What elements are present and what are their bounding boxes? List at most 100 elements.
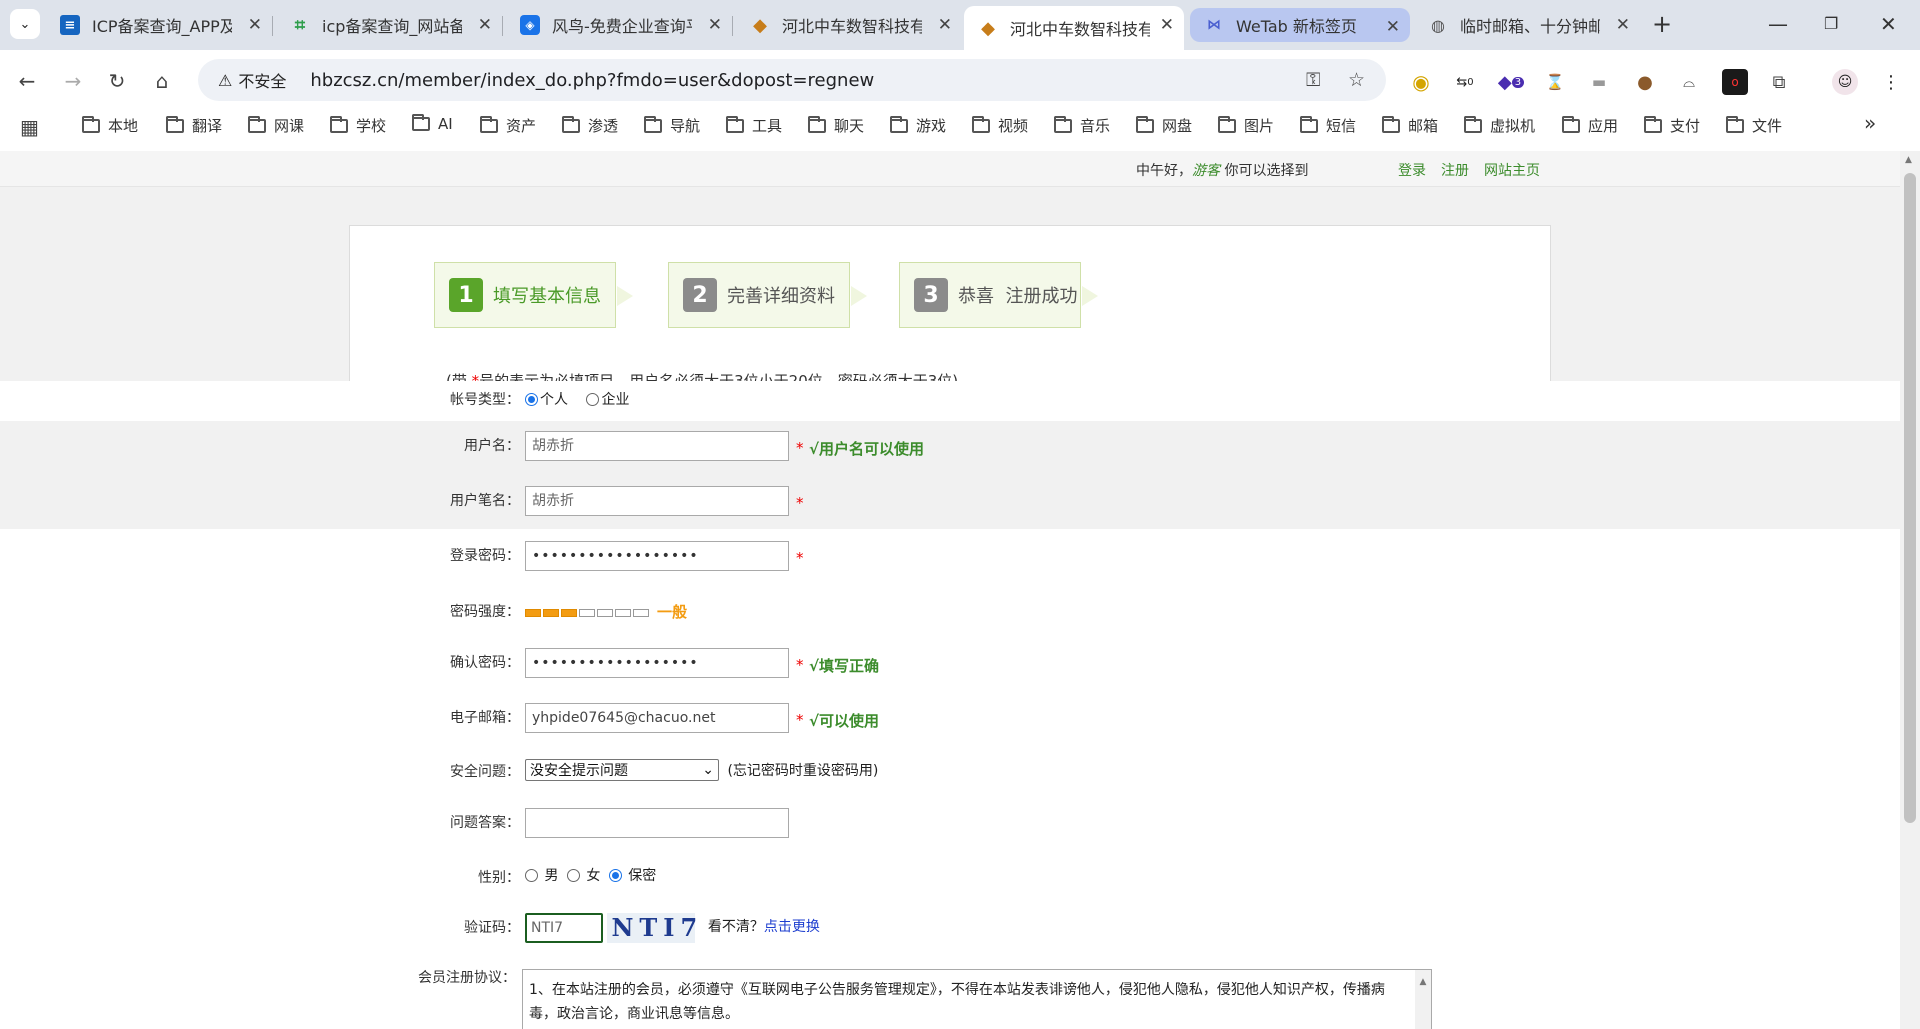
bookmark-folder[interactable]: 虚拟机 <box>1464 115 1535 136</box>
register-link[interactable]: 注册 <box>1441 160 1469 180</box>
bookmark-label: 应用 <box>1588 117 1619 135</box>
ext-hat-icon[interactable]: ⌓ <box>1676 69 1702 95</box>
close-icon[interactable]: ✕ <box>938 15 952 35</box>
agreement-scrollbar[interactable]: ▲ <box>1415 970 1431 1029</box>
tab-title: 河北中车数智科技有限公司 <box>1010 20 1150 39</box>
radio-female[interactable] <box>566 869 580 882</box>
insecure-badge[interactable]: ⚠ 不安全 <box>208 64 296 96</box>
ext-cookie-icon[interactable]: ● <box>1632 69 1658 95</box>
bookmark-folder[interactable]: 渗透 <box>562 115 618 136</box>
bookmark-label: 网盘 <box>1162 117 1193 135</box>
ext-cap-icon[interactable]: ◆ 3 <box>1498 69 1525 95</box>
nickname-input[interactable]: 胡赤折 <box>525 486 789 516</box>
close-icon[interactable]: ✕ <box>1386 17 1400 37</box>
home-icon[interactable]: ⌂ <box>147 66 177 96</box>
restore-icon[interactable]: ❐ <box>1824 14 1838 33</box>
bookmark-folder[interactable]: AI <box>412 114 453 133</box>
ext-yellow-circle-icon[interactable]: ◉ <box>1408 69 1434 95</box>
bookmarks-overflow-icon[interactable]: » <box>1864 111 1876 135</box>
radio-male[interactable] <box>525 869 538 882</box>
bookmark-folder[interactable]: 导航 <box>644 115 700 136</box>
tab-search-button[interactable]: ⌄ <box>10 9 40 39</box>
bookmark-folder[interactable]: 翻译 <box>166 115 222 136</box>
field-label: 登录密码： <box>450 548 520 564</box>
radio-personal[interactable] <box>525 393 538 406</box>
strength-meter: 一般 <box>525 601 687 622</box>
star-icon[interactable]: ☆ <box>1348 69 1365 91</box>
ext-dark-icon[interactable]: o <box>1722 69 1748 95</box>
bookmark-folder[interactable]: 应用 <box>1562 115 1618 136</box>
ext-hourglass-icon[interactable]: ⌛ <box>1542 69 1568 95</box>
url-text[interactable]: hbzcsz.cn/member/index_do.php?fmdo=user&… <box>310 70 874 91</box>
key-icon[interactable]: ⚿ <box>1306 69 1320 91</box>
field-label: 帐号类型： <box>450 392 520 408</box>
bookmark-folder[interactable]: 学校 <box>330 115 386 136</box>
bookmark-folder[interactable]: 工具 <box>726 115 782 136</box>
more-menu-icon[interactable]: ⋮ <box>1878 69 1904 95</box>
bookmark-folder[interactable]: 游戏 <box>890 115 946 136</box>
profile-avatar-icon[interactable]: ☺ <box>1832 69 1858 95</box>
apps-grid-icon[interactable]: ▦ <box>20 115 39 139</box>
bookmark-folder[interactable]: 短信 <box>1300 115 1356 136</box>
email-input[interactable]: yhpide07645@chacuo.net <box>525 703 789 733</box>
required-star: * <box>796 656 804 674</box>
username-input[interactable]: 胡赤折 <box>525 431 789 461</box>
folder-icon <box>890 115 908 133</box>
address-bar[interactable]: ⚠ 不安全 hbzcsz.cn/member/index_do.php?fmdo… <box>198 59 1386 101</box>
close-icon[interactable]: ✕ <box>478 15 492 35</box>
page-scrollbar[interactable]: ▲ <box>1900 151 1920 1029</box>
security-question-select[interactable]: 没安全提示问题 ⌄ <box>525 759 719 781</box>
captcha-input[interactable]: NTI7 <box>525 913 603 943</box>
ext-bars-icon[interactable]: ▬ <box>1586 69 1612 95</box>
login-link[interactable]: 登录 <box>1398 160 1426 180</box>
bookmark-folder[interactable]: 资产 <box>480 115 536 136</box>
tab-hebei-active[interactable]: ◆ 河北中车数智科技有限公司 ✕ <box>964 6 1184 50</box>
close-icon[interactable]: ✕ <box>1160 15 1174 35</box>
tab-hebei-1[interactable]: ◆ 河北中车数智科技有限公司 ✕ <box>736 6 962 44</box>
back-icon[interactable]: ← <box>12 66 42 96</box>
extensions-puzzle-icon[interactable]: ⧉ <box>1766 69 1792 95</box>
new-tab-button[interactable]: + <box>1652 10 1672 38</box>
close-window-icon[interactable]: ✕ <box>1880 12 1897 36</box>
tab-icp-website[interactable]: ⌗ icp备案查询_网站备案查询 ✕ <box>276 6 502 44</box>
ext-sync-icon[interactable]: ⇆ 0 <box>1452 69 1478 95</box>
tab-fengniao[interactable]: ◈ 风鸟-免费企业查询平台 ✕ <box>506 6 732 44</box>
tab-icp-query[interactable]: ≡ ICP备案查询_APP及小程序 ✕ <box>46 6 272 44</box>
password-input[interactable]: •••••••••••••••••• <box>525 541 789 571</box>
folder-icon <box>644 115 662 133</box>
page-content: 中午好，游客 你可以选择到 登录 注册 网站主页 1 填写基本信息 2 完善详细… <box>0 151 1900 1029</box>
scroll-up-icon[interactable]: ▲ <box>1905 155 1912 165</box>
reload-icon[interactable]: ↻ <box>102 66 132 96</box>
bookmark-folder[interactable]: 图片 <box>1218 115 1274 136</box>
close-icon[interactable]: ✕ <box>248 15 262 35</box>
site-home-link[interactable]: 网站主页 <box>1484 160 1540 180</box>
radio-enterprise[interactable] <box>586 393 600 406</box>
bookmark-folder[interactable]: 视频 <box>972 115 1028 136</box>
bookmark-folder[interactable]: 本地 <box>82 115 138 136</box>
bookmark-folder[interactable]: 支付 <box>1644 115 1700 136</box>
close-icon[interactable]: ✕ <box>708 15 722 35</box>
forward-icon[interactable]: → <box>58 66 88 96</box>
bookmark-folder[interactable]: 文件 <box>1726 115 1782 136</box>
page-scroll-thumb[interactable] <box>1904 173 1916 823</box>
tab-title: 河北中车数智科技有限公司 <box>782 17 922 36</box>
bookmark-folder[interactable]: 聊天 <box>808 115 864 136</box>
confirm-password-input[interactable]: •••••••••••••••••• <box>525 648 789 678</box>
minimize-icon[interactable]: — <box>1768 12 1788 36</box>
answer-input[interactable] <box>525 808 789 838</box>
scroll-up-icon[interactable]: ▲ <box>1415 970 1431 994</box>
captcha-image[interactable]: NTI7 <box>607 913 697 943</box>
captcha-refresh-link[interactable]: 点击更换 <box>764 916 820 936</box>
bookmark-label: 翻译 <box>192 117 223 135</box>
bookmark-folder[interactable]: 网盘 <box>1136 115 1192 136</box>
step-number: 1 <box>449 278 483 312</box>
tab-temp-mail[interactable]: ◍ 临时邮箱、十分钟邮箱 ✕ <box>1414 6 1640 44</box>
tab-wetab[interactable]: ⋈ WeTab 新标签页 ✕ <box>1190 8 1410 42</box>
hb-favicon-icon: ◆ <box>753 14 767 36</box>
close-icon[interactable]: ✕ <box>1616 15 1630 35</box>
bookmark-folder[interactable]: 网课 <box>248 115 304 136</box>
bookmark-folder[interactable]: 邮箱 <box>1382 115 1438 136</box>
radio-secret[interactable] <box>608 869 622 882</box>
bookmark-folder[interactable]: 音乐 <box>1054 115 1110 136</box>
agreement-textarea[interactable]: 1、在本站注册的会员，必须遵守《互联网电子公告服务管理规定》，不得在本站发表诽谤… <box>522 969 1432 1029</box>
